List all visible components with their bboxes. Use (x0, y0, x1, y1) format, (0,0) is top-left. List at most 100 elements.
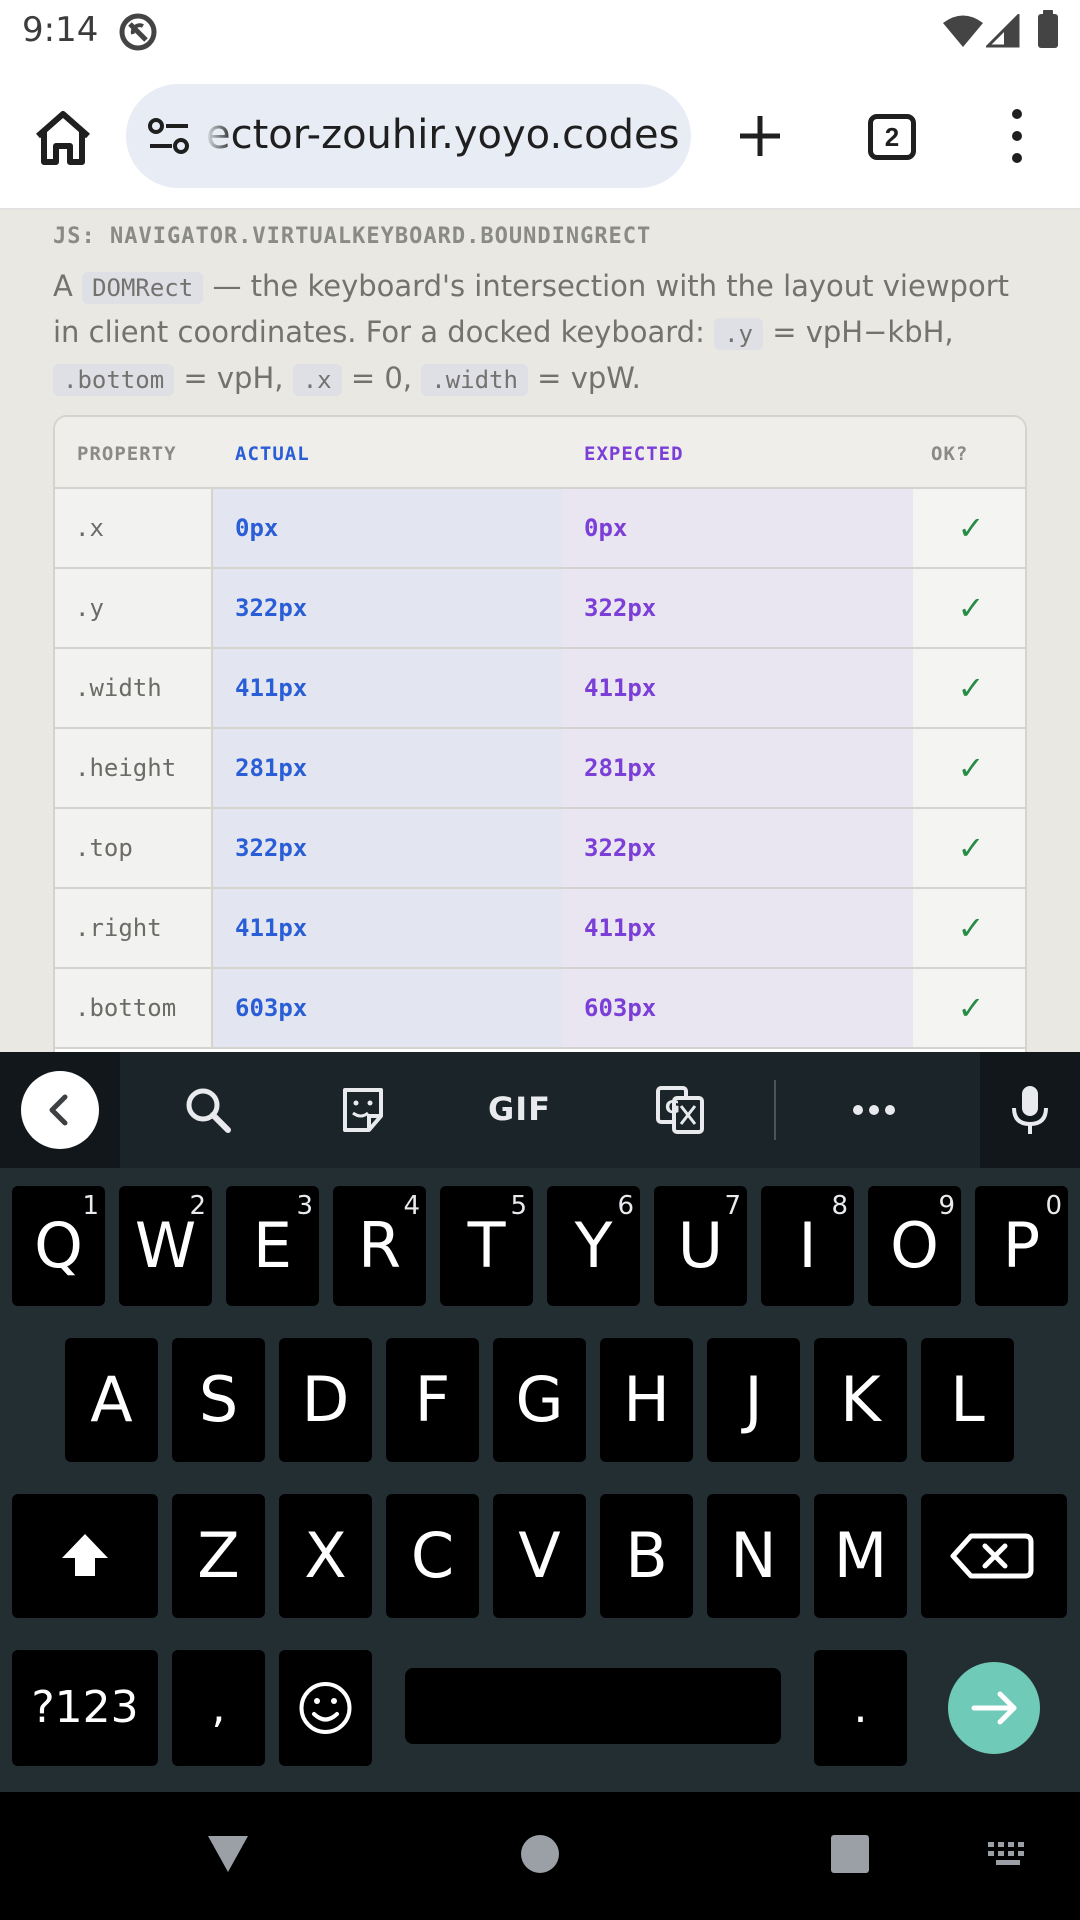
keyboard-back-button[interactable] (21, 1071, 99, 1149)
cell-property: .width (55, 649, 213, 727)
cell-actual: 281px (213, 729, 563, 807)
key-label: W (134, 1209, 197, 1282)
cell-expected: 603px (563, 969, 913, 1047)
new-tab-plus-icon[interactable] (736, 104, 784, 168)
key-k[interactable]: K (814, 1338, 907, 1462)
backspace-key[interactable] (921, 1494, 1067, 1618)
key-t[interactable]: T5 (440, 1186, 533, 1306)
more-menu-icon[interactable] (1002, 104, 1032, 168)
cell-expected: 0px (563, 489, 913, 567)
key-hint: 4 (403, 1191, 420, 1221)
space-key[interactable] (405, 1668, 781, 1744)
system-nav-bar (0, 1792, 1080, 1920)
toolbar-divider (774, 1080, 776, 1140)
emoji-key[interactable] (279, 1650, 372, 1766)
browser-toolbar: ector-zouhir.yoyo.codes 2 (0, 64, 1080, 210)
key-u[interactable]: U7 (654, 1186, 747, 1306)
keyboard-switch-icon[interactable] (986, 1840, 1030, 1868)
key-o[interactable]: O9 (868, 1186, 961, 1306)
cell-property: .height (55, 729, 213, 807)
key-e[interactable]: E3 (226, 1186, 319, 1306)
url-fade (204, 84, 234, 188)
key-label: T (467, 1209, 506, 1282)
recents-square-icon[interactable] (830, 1834, 870, 1874)
sticker-icon[interactable] (335, 1082, 391, 1138)
back-triangle-icon[interactable] (206, 1834, 250, 1874)
key-c[interactable]: C (386, 1494, 479, 1618)
key-v[interactable]: V (493, 1494, 586, 1618)
key-r[interactable]: R4 (333, 1186, 426, 1306)
key-hint: 9 (938, 1191, 955, 1221)
key-h[interactable]: H (600, 1338, 693, 1462)
key-b[interactable]: B (600, 1494, 693, 1618)
header-expected: EXPECTED (584, 443, 684, 465)
table-row: .height 281px 281px ✓ (55, 729, 1025, 809)
home-circle-icon[interactable] (520, 1834, 560, 1874)
microphone-icon[interactable] (1002, 1082, 1058, 1138)
tab-switcher-button[interactable]: 2 (868, 114, 916, 160)
cell-actual: 322px (213, 569, 563, 647)
key-hint: 1 (82, 1191, 99, 1221)
shift-key[interactable] (12, 1494, 158, 1618)
cell-property: .bottom (55, 969, 213, 1047)
gif-button[interactable]: GIF (488, 1090, 551, 1128)
key-x[interactable]: X (279, 1494, 372, 1618)
key-z[interactable]: Z (172, 1494, 265, 1618)
key-w[interactable]: W2 (119, 1186, 212, 1306)
key-y[interactable]: Y6 (547, 1186, 640, 1306)
key-g[interactable]: G (493, 1338, 586, 1462)
header-property: PROPERTY (77, 443, 177, 465)
backspace-icon (950, 1533, 1034, 1579)
key-f[interactable]: F (386, 1338, 479, 1462)
comma-key[interactable]: , (172, 1650, 265, 1766)
header-ok: OK? (931, 443, 969, 465)
cell-actual: 411px (213, 889, 563, 967)
key-hint: 0 (1045, 1191, 1062, 1221)
desc-code: .bottom (53, 364, 175, 396)
mic-area (980, 1052, 1080, 1168)
symbols-key[interactable]: ?123 (12, 1650, 158, 1766)
key-hint: 7 (724, 1191, 741, 1221)
key-p[interactable]: P0 (975, 1186, 1068, 1306)
chevron-left-icon (49, 1094, 68, 1126)
search-icon[interactable] (180, 1082, 236, 1138)
wifi-icon (943, 15, 983, 47)
key-i[interactable]: I8 (761, 1186, 854, 1306)
smiley-icon (299, 1682, 352, 1734)
more-options-icon[interactable] (846, 1082, 902, 1138)
key-d[interactable]: D (279, 1338, 372, 1462)
key-s[interactable]: S (172, 1338, 265, 1462)
key-n[interactable]: N (707, 1494, 800, 1618)
cell-actual: 322px (213, 809, 563, 887)
home-icon[interactable] (32, 108, 94, 168)
table-header: PROPERTY ACTUAL EXPECTED OK? (55, 417, 1025, 489)
key-label: Q (34, 1209, 83, 1282)
status-bar: 9:14 (0, 0, 1080, 64)
site-settings-icon[interactable] (146, 114, 192, 158)
section-label: JS: NAVIGATOR.VIRTUALKEYBOARD.BOUNDINGRE… (53, 224, 652, 249)
cell-expected: 281px (563, 729, 913, 807)
cell-expected: 322px (563, 569, 913, 647)
desc-text: = vpW. (537, 361, 641, 395)
battery-icon (1038, 10, 1058, 48)
translate-icon[interactable]: G (652, 1082, 708, 1138)
key-m[interactable]: M (814, 1494, 907, 1618)
cell-expected: 411px (563, 889, 913, 967)
key-a[interactable]: A (65, 1338, 158, 1462)
key-q[interactable]: Q1 (12, 1186, 105, 1306)
key-hint: 2 (189, 1191, 206, 1221)
enter-key[interactable] (948, 1662, 1040, 1754)
url-bar[interactable]: ector-zouhir.yoyo.codes (126, 84, 691, 188)
key-label: O (890, 1209, 939, 1282)
key-j[interactable]: J (707, 1338, 800, 1462)
key-hint: 6 (617, 1191, 634, 1221)
check-icon: ✓ (913, 569, 1025, 647)
table-row: .y 322px 322px ✓ (55, 569, 1025, 649)
desc-text: = vpH−kbH, (772, 315, 954, 349)
key-label: U (677, 1209, 724, 1282)
key-label: P (1002, 1209, 1041, 1282)
check-icon: ✓ (913, 489, 1025, 567)
url-text[interactable]: ector-zouhir.yoyo.codes (206, 108, 686, 162)
key-l[interactable]: L (921, 1338, 1014, 1462)
period-key[interactable]: . (814, 1650, 907, 1766)
